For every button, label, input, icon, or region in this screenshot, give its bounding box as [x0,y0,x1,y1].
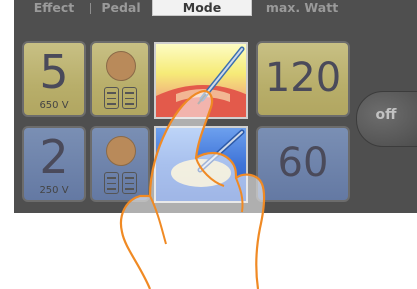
effect-value: 2 [39,130,69,184]
watt-value: 120 [264,55,342,101]
pedal-icon [122,87,137,109]
off-button-label: off [375,107,397,123]
effect-voltage: 650 V [39,100,69,111]
pedal-knob-icon [106,136,136,166]
watt-tile-row1[interactable]: 120 [256,41,350,117]
pedal-icon [104,172,119,194]
effect-value: 5 [39,45,69,99]
header-max-watt: max. Watt [265,0,339,15]
watt-value: 60 [277,140,329,186]
mode-coag-tile[interactable] [154,126,248,203]
effect-tile-row1[interactable]: 5 650 V [22,41,86,117]
pedal-knob-icon [106,51,136,81]
effect-voltage: 250 V [39,185,69,196]
pedal-icon [122,172,137,194]
pedal-tile-row1[interactable] [90,41,150,117]
header-pedal: Pedal [101,0,141,15]
header-effect: Effect [33,0,75,15]
watt-tile-row2[interactable]: 60 [256,126,350,202]
effect-tile-row2[interactable]: 2 250 V [22,126,86,202]
header-divider [90,3,91,14]
header-mode: Mode [152,0,252,16]
pedal-tile-row2[interactable] [90,126,150,202]
scalpel-coag-icon [171,129,245,187]
scalpel-cut-icon [156,46,246,117]
pedal-icon [104,87,119,109]
mode-cut-tile[interactable] [154,42,248,119]
